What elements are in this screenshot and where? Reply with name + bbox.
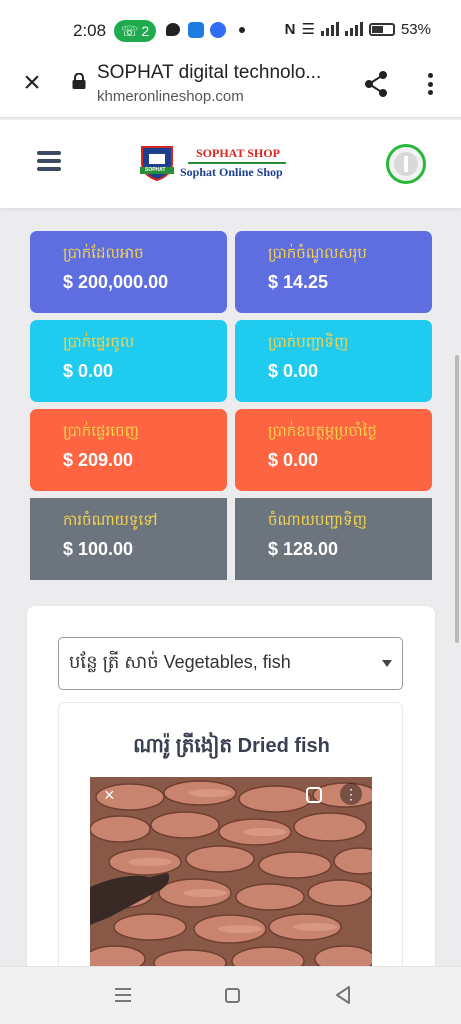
home-icon[interactable] <box>225 988 240 1003</box>
stat-value: $ 0.00 <box>268 450 319 470</box>
status-time: 2:08 <box>73 21 107 40</box>
logo-title: SOPHAT SHOP <box>196 146 280 160</box>
browser-toolbar: × SOPHAT digital technolo... khmeronline… <box>0 56 461 118</box>
notification-count: 2 <box>141 23 150 39</box>
battery-icon <box>368 22 395 36</box>
messenger-icon <box>210 22 226 38</box>
stat-label: ចំណាយបញ្ជាទិញ <box>268 512 367 529</box>
status-indicators: N ☰ 53% <box>284 20 431 39</box>
category-select-value: បន្លែ ត្រី សាច់ Vegetables, fish <box>69 652 291 672</box>
hotspot-icon: ☏ <box>120 22 139 39</box>
stat-card-order-expense[interactable]: ចំណាយបញ្ជាទិញ $ 128.00 <box>235 498 432 580</box>
stat-label: ប្រាក់ចំណូលសរុប <box>268 245 367 262</box>
stat-value: $ 0.00 <box>268 361 319 381</box>
product-image[interactable]: × ⋮ <box>90 777 372 977</box>
stat-label: ប្រាក់ដែលអាច <box>63 245 144 262</box>
category-select[interactable]: បន្លែ ត្រី សាច់ Vegetables, fish <box>58 637 403 690</box>
user-avatar-icon <box>394 152 418 176</box>
stat-label: ប្រាក់ផ្ទេរចូល <box>63 334 135 351</box>
shop-logo-icon <box>140 146 174 181</box>
page-title: SOPHAT digital technolo... <box>97 62 322 83</box>
signal-icon-2 <box>344 22 363 36</box>
stat-value: $ 14.25 <box>268 272 329 292</box>
chevron-down-icon <box>382 660 392 667</box>
hamburger-menu-icon[interactable] <box>37 151 61 171</box>
page-url[interactable]: khmeronlineshop.com <box>97 88 244 105</box>
stat-card-orders[interactable]: ប្រាក់បញ្ជាទិញ $ 0.00 <box>235 320 432 402</box>
nfc-icon: N <box>284 20 296 38</box>
status-bar: 2:08 ☏ 2 N ☰ 53% <box>0 0 461 56</box>
logo-divider <box>188 162 286 164</box>
site-header: SOPHAT SOPHAT SHOP Sophat Online Shop <box>0 120 461 208</box>
app-icon <box>188 22 204 38</box>
battery-percent: 53% <box>400 20 431 38</box>
lens-icon[interactable] <box>306 787 322 803</box>
signal-icon <box>320 22 339 36</box>
dried-fish-photo <box>90 777 372 977</box>
stat-label: ការចំណាយទូទៅ <box>63 512 158 529</box>
close-icon[interactable]: × <box>104 785 115 806</box>
stat-value: $ 128.00 <box>268 539 339 559</box>
hotspot-notification-pill: ☏ 2 <box>114 20 156 42</box>
recent-apps-icon[interactable] <box>115 988 131 1002</box>
stat-label: ប្រាក់ផ្ទេរចេញ <box>63 423 139 440</box>
system-nav-bar <box>0 966 461 1024</box>
stat-card-daily-bonus[interactable]: ប្រាក់ឧបត្ថម្ភប្រចាំថ្ងៃ $ 0.00 <box>235 409 432 491</box>
logo-subtitle: Sophat Online Shop <box>180 165 283 179</box>
stat-card-transfer-out[interactable]: ប្រាក់ផ្ទេរចេញ $ 209.00 <box>30 409 227 491</box>
stat-value: $ 100.00 <box>63 539 134 559</box>
stat-card-available[interactable]: ប្រាក់ដែលអាច $ 200,000.00 <box>30 231 227 313</box>
stat-value: $ 0.00 <box>63 361 114 381</box>
more-vert-icon[interactable] <box>420 70 440 98</box>
close-icon[interactable]: × <box>18 68 46 98</box>
scrollbar[interactable] <box>455 355 459 643</box>
more-vert-icon[interactable]: ⋮ <box>340 783 362 805</box>
back-icon[interactable] <box>334 985 352 1005</box>
product-section: បន្លែ ត្រី សាច់ Vegetables, fish ណារ៉ូ ត… <box>27 606 435 1024</box>
stat-card-general-expense[interactable]: ការចំណាយទូទៅ $ 100.00 <box>30 498 227 580</box>
stat-value: $ 200,000.00 <box>63 272 169 292</box>
stat-label: ប្រាក់ឧបត្ថម្ភប្រចាំថ្ងៃ <box>268 423 377 440</box>
lock-icon <box>72 73 86 89</box>
chat-icon <box>166 23 180 36</box>
product-title: ណារ៉ូ ត្រីងៀត Dried fish <box>133 735 330 757</box>
stat-label: ប្រាក់បញ្ជាទិញ <box>268 334 349 351</box>
stat-value: $ 209.00 <box>63 450 134 470</box>
stat-card-total-income[interactable]: ប្រាក់ចំណូលសរុប $ 14.25 <box>235 231 432 313</box>
avatar[interactable] <box>386 144 426 184</box>
wifi-icon: ☰ <box>301 21 315 38</box>
dot-icon <box>239 27 245 33</box>
site-logo[interactable]: SOPHAT SOPHAT SHOP Sophat Online Shop <box>138 143 298 183</box>
share-icon[interactable] <box>363 70 389 98</box>
logo-badge-text: SOPHAT <box>145 167 166 173</box>
stat-card-transfer-in[interactable]: ប្រាក់ផ្ទេរចូល $ 0.00 <box>30 320 227 402</box>
